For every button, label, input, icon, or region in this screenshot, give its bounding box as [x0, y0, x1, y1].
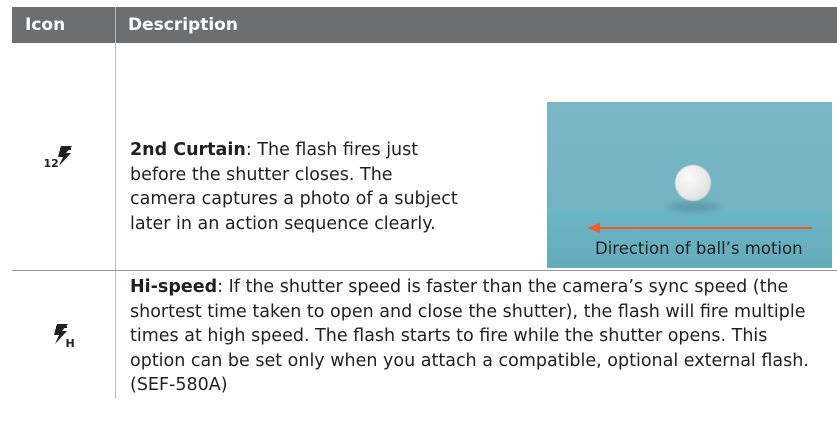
motion-arrow-icon [587, 223, 812, 233]
term-label: Hi-speed [130, 277, 218, 297]
second-curtain-flash-icon: 12 [44, 146, 84, 170]
description-text: 2nd Curtain: The flash fires just before… [130, 138, 460, 236]
term-description: : If the shutter speed is faster than th… [130, 277, 809, 395]
ball-shadow [669, 202, 719, 212]
table-row-hi-speed: H Hi-speed: If the shutter speed is fast… [12, 271, 837, 399]
icon-column-header: Icon [12, 7, 116, 43]
table-row-2nd-curtain: 12 2nd Curtain: The flash fires just bef… [12, 43, 837, 271]
flash-mode-table: Icon Description 12 2nd Curtain: The fla… [12, 7, 837, 399]
description-text: Hi-speed: If the shutter speed is faster… [130, 271, 810, 398]
hi-speed-flash-icon: H [53, 324, 83, 350]
term-label: 2nd Curtain [130, 140, 246, 160]
description-column-header: Description [128, 15, 238, 35]
icon-letter: H [65, 337, 75, 350]
table-header: Icon Description [12, 7, 837, 43]
icon-cell: H [12, 271, 116, 399]
ball-motion-illustration: Direction of ball’s motion [547, 102, 832, 268]
ball [675, 165, 711, 201]
flash-bolt-icon [57, 146, 72, 166]
illustration-caption: Direction of ball’s motion [595, 239, 803, 258]
description-cell: Hi-speed: If the shutter speed is faster… [116, 271, 837, 399]
icon-cell: 12 [12, 43, 116, 270]
